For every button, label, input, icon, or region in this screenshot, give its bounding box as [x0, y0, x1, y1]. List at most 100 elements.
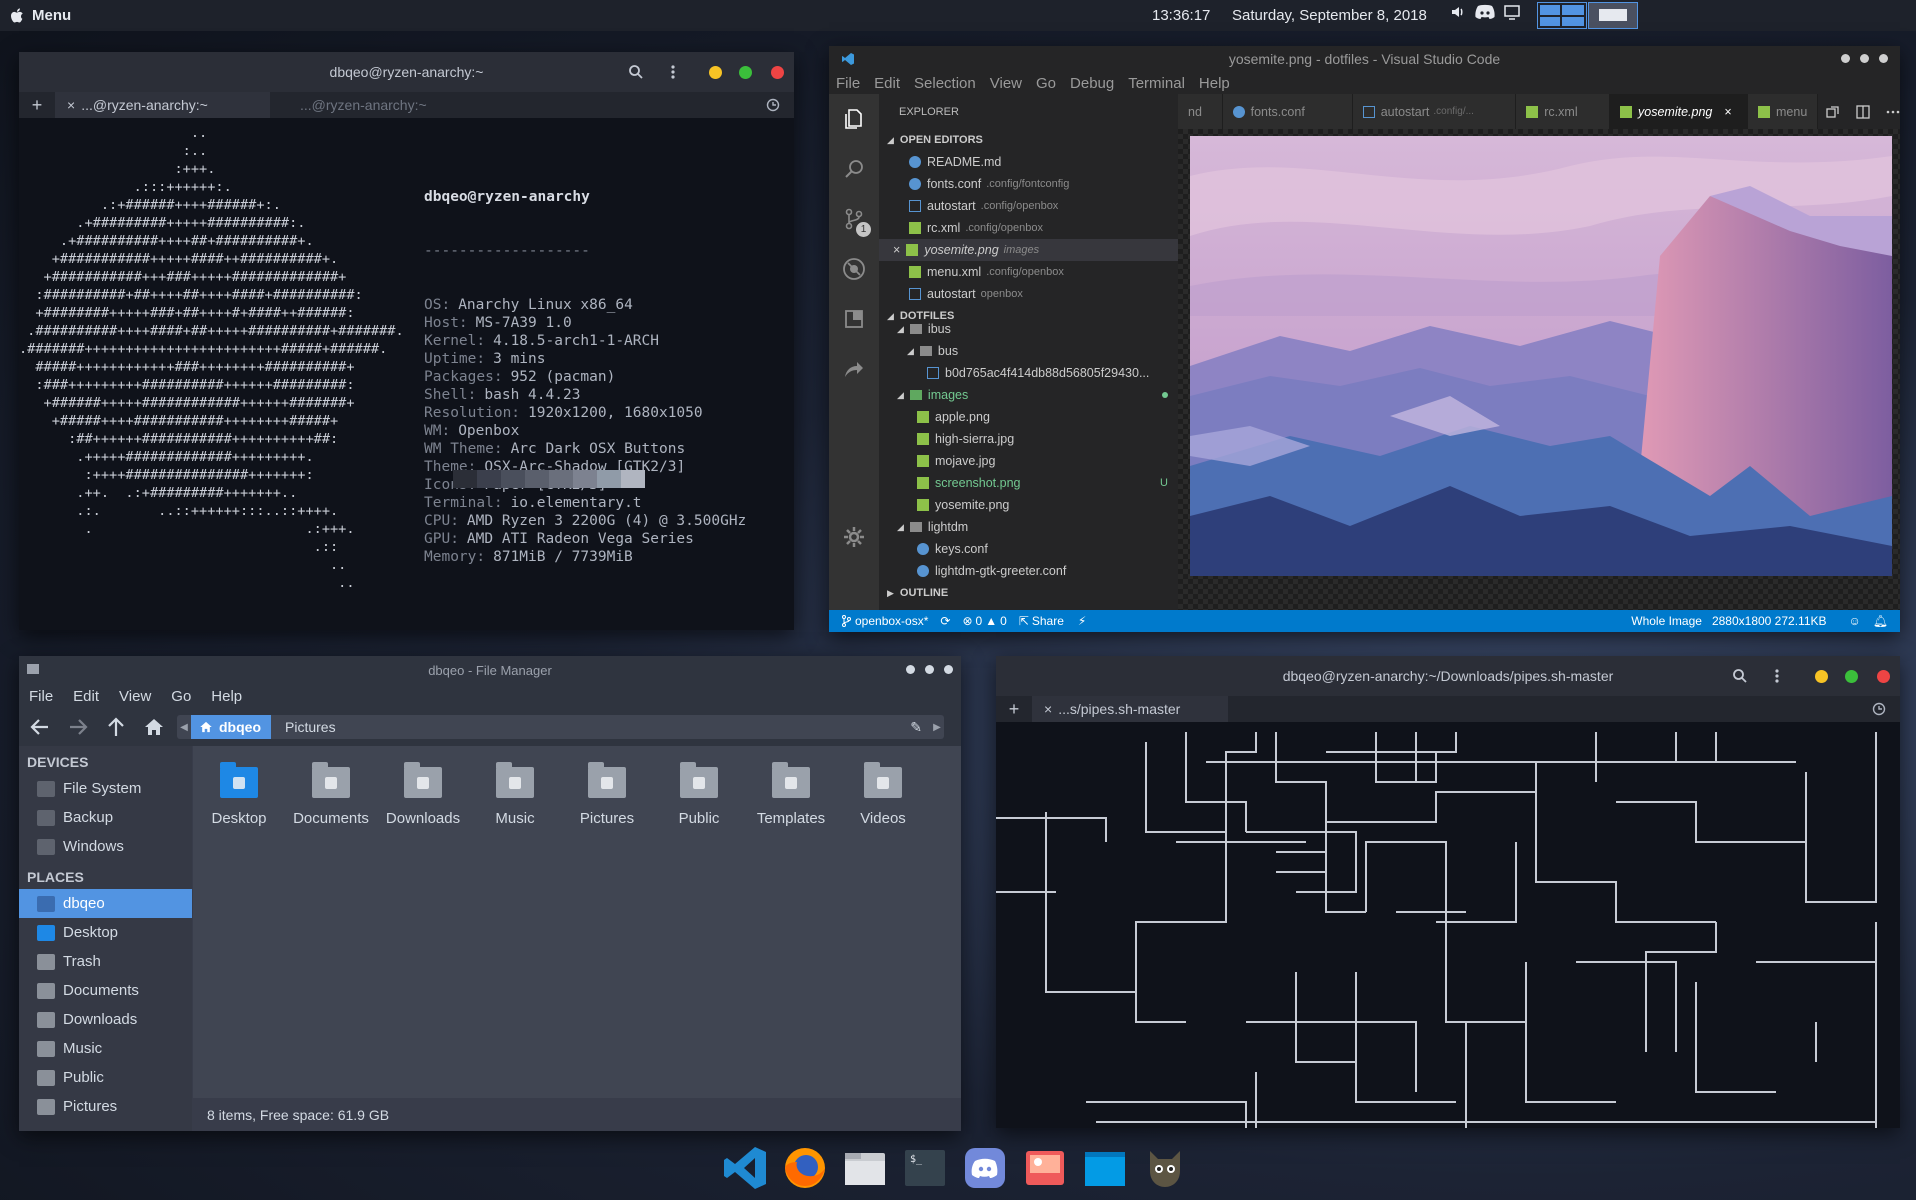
outline-header[interactable]: ▶ OUTLINE: [879, 582, 1178, 604]
menu-file[interactable]: File: [19, 688, 63, 705]
workspace-1[interactable]: [1537, 2, 1587, 29]
tab-active[interactable]: × ...s/pipes.sh-master: [1032, 696, 1228, 722]
new-tab-button[interactable]: +: [19, 95, 55, 116]
back-arrow-icon[interactable]: [29, 716, 51, 738]
maximize-button[interactable]: [925, 665, 934, 674]
tree-item[interactable]: lightdm-gtk-greeter.conf: [879, 560, 1178, 582]
path-right-arrow-icon[interactable]: ▶: [930, 722, 944, 733]
files-icon[interactable]: [842, 1145, 888, 1191]
new-tab-button[interactable]: +: [996, 699, 1032, 720]
open-editor-item[interactable]: rc.xml .config/openbox: [879, 217, 1178, 239]
history-icon[interactable]: [1872, 702, 1886, 716]
image-preview-area[interactable]: [1178, 129, 1900, 614]
maximize-button[interactable]: [739, 66, 752, 79]
gimp-icon[interactable]: [1142, 1145, 1188, 1191]
terminal-icon[interactable]: $_: [902, 1145, 948, 1191]
tree-item[interactable]: b0d765ac4f414db88d56805f29430...: [879, 362, 1178, 384]
edit-path-icon[interactable]: ✎: [910, 719, 922, 736]
open-editor-item[interactable]: fonts.conf .config/fontconfig: [879, 173, 1178, 195]
vscode-icon[interactable]: [722, 1145, 768, 1191]
path-segment-home[interactable]: dbqeo: [191, 715, 271, 739]
close-button[interactable]: [1879, 54, 1888, 63]
path-segment-pictures[interactable]: Pictures: [271, 719, 350, 735]
menu-edit[interactable]: Edit: [867, 75, 907, 92]
menu-go[interactable]: Go: [161, 688, 201, 705]
tree-item[interactable]: screenshot.png U: [879, 472, 1178, 494]
tree-item[interactable]: yosemite.png: [879, 494, 1178, 516]
tab-fonts-conf[interactable]: fonts.conf: [1222, 94, 1353, 129]
forward-arrow-icon[interactable]: [67, 716, 89, 738]
scm-activity[interactable]: 1: [829, 194, 879, 244]
place-item[interactable]: Public: [19, 1063, 192, 1092]
minimize-button[interactable]: [709, 66, 722, 79]
discord-icon[interactable]: [962, 1145, 1008, 1191]
share-button[interactable]: ⇱ Share: [1019, 614, 1064, 628]
folder-item[interactable]: Pictures: [561, 762, 653, 827]
history-icon[interactable]: [766, 98, 780, 112]
maximize-button[interactable]: [1860, 54, 1869, 63]
clock[interactable]: 13:36:17: [1152, 7, 1210, 24]
tab-active[interactable]: × ...@ryzen-anarchy:~: [55, 92, 270, 118]
place-item[interactable]: Documents: [19, 976, 192, 1005]
whole-image-label[interactable]: Whole Image: [1631, 614, 1702, 628]
debug-activity[interactable]: [829, 244, 879, 294]
tree-item[interactable]: ◢ images: [879, 384, 1178, 406]
workspace-2[interactable]: [1588, 2, 1638, 29]
folder-item[interactable]: Documents: [285, 762, 377, 827]
search-icon[interactable]: [628, 64, 644, 80]
open-changes-icon[interactable]: [1826, 105, 1840, 119]
close-button[interactable]: [944, 665, 953, 674]
folder-item[interactable]: Templates: [745, 762, 837, 827]
menu-view[interactable]: View: [109, 688, 161, 705]
tab-inactive[interactable]: ...@ryzen-anarchy:~: [300, 97, 427, 113]
tree-item[interactable]: ◢ lightdm: [879, 516, 1178, 538]
folder-item[interactable]: Downloads: [377, 762, 469, 827]
open-editors-header[interactable]: ◢ OPEN EDITORS: [879, 129, 1178, 151]
minimize-button[interactable]: [1841, 54, 1850, 63]
file-view[interactable]: Desktop Documents Downloads Music Pictures Pu…: [193, 746, 961, 1098]
open-editor-item[interactable]: README.md: [879, 151, 1178, 173]
tree-item[interactable]: apple.png: [879, 406, 1178, 428]
menu-selection[interactable]: Selection: [907, 75, 983, 92]
open-editor-item[interactable]: × yosemite.png images: [879, 239, 1178, 261]
folder-item[interactable]: Public: [653, 762, 745, 827]
menu-edit[interactable]: Edit: [63, 688, 109, 705]
device-item[interactable]: Windows: [19, 832, 192, 861]
tab-menu[interactable]: menu: [1748, 94, 1818, 129]
place-item[interactable]: Music: [19, 1034, 192, 1063]
problems-indicator[interactable]: ⊗ 0 ▲ 0: [962, 614, 1006, 628]
close-tab-icon[interactable]: ×: [1044, 701, 1052, 717]
more-options-icon[interactable]: [670, 64, 676, 80]
discord-tray-icon[interactable]: [1474, 4, 1496, 20]
pipes-output[interactable]: [996, 722, 1900, 1128]
smiley-icon[interactable]: ☺: [1849, 614, 1861, 628]
volume-icon[interactable]: [1450, 4, 1466, 20]
folder-item[interactable]: Music: [469, 762, 561, 827]
home-icon[interactable]: [143, 716, 165, 738]
close-tab-icon[interactable]: ×: [1724, 105, 1731, 119]
firefox-icon[interactable]: [782, 1145, 828, 1191]
lightning-icon[interactable]: ⚡: [1078, 614, 1086, 628]
tab-yosemite-png[interactable]: yosemite.png ×: [1610, 94, 1748, 129]
tree-item[interactable]: mojave.jpg: [879, 450, 1178, 472]
settings-activity[interactable]: [829, 512, 879, 562]
close-tab-icon[interactable]: ×: [67, 97, 75, 113]
path-left-arrow-icon[interactable]: ◀: [177, 722, 191, 733]
device-item[interactable]: File System: [19, 774, 192, 803]
up-arrow-icon[interactable]: [105, 716, 127, 738]
device-item[interactable]: Backup: [19, 803, 192, 832]
search-activity[interactable]: [829, 144, 879, 194]
sync-icon[interactable]: ⟳: [940, 614, 950, 628]
folder-item[interactable]: Videos: [837, 762, 929, 827]
tab-nd[interactable]: nd: [1178, 94, 1223, 129]
app-menu-button[interactable]: Menu: [0, 7, 71, 24]
place-item[interactable]: Downloads: [19, 1005, 192, 1034]
folder-item[interactable]: Desktop: [193, 762, 285, 827]
branch-indicator[interactable]: openbox-osx*: [841, 614, 928, 628]
maximize-button[interactable]: [1845, 670, 1858, 683]
tree-item[interactable]: ◢ bus: [879, 340, 1178, 362]
minimize-button[interactable]: [906, 665, 915, 674]
close-icon[interactable]: ×: [893, 243, 900, 257]
search-icon[interactable]: [1732, 668, 1748, 684]
open-editor-item[interactable]: autostart openbox: [879, 283, 1178, 305]
